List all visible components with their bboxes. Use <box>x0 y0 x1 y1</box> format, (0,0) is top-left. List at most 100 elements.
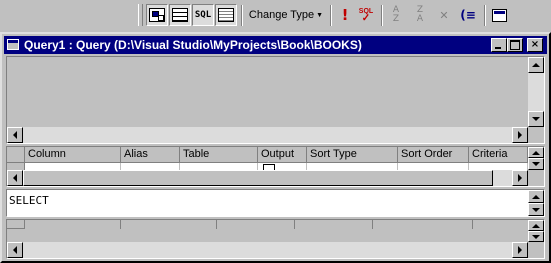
scroll-up-button[interactable] <box>528 57 544 73</box>
toolbar-separator <box>484 5 486 26</box>
diagram-horizontal-scrollbar[interactable] <box>7 127 528 143</box>
arrow-right-icon <box>518 174 522 182</box>
show-sql-pane-button[interactable]: SQL <box>192 4 214 26</box>
maximize-button[interactable] <box>507 38 523 52</box>
grid-pane[interactable]: Column Alias Table Output Sort Type Sort… <box>6 146 545 187</box>
diagram-pane-icon <box>149 8 165 22</box>
query-toolbar: SQL Change Type ▼ ! SQL ✓ A Z Z A ✕ (≡ <box>0 0 551 31</box>
arrow-right-icon <box>518 131 522 139</box>
toolbar-separator <box>330 5 332 26</box>
sort-ascending-button[interactable]: A Z <box>386 4 406 26</box>
arrow-down-icon <box>532 207 540 212</box>
column-header-column[interactable]: Column <box>25 147 121 163</box>
group-by-button[interactable]: (≡ <box>456 4 480 26</box>
window-title: Query1 : Query (D:\Visual Studio\MyProje… <box>24 38 362 52</box>
sort-descending-button[interactable]: Z A <box>410 4 430 26</box>
sql-pane-icon: SQL <box>194 10 212 20</box>
column-header-output[interactable]: Output <box>258 147 307 163</box>
sort-descending-icon: Z A <box>416 5 424 24</box>
results-column-header[interactable] <box>295 220 373 229</box>
add-table-icon <box>491 8 507 22</box>
scroll-left-button[interactable] <box>7 242 23 258</box>
scroll-down-button[interactable] <box>528 203 544 216</box>
diagram-vertical-scrollbar[interactable] <box>528 57 544 127</box>
scroll-left-button[interactable] <box>7 127 23 143</box>
scroll-down-button[interactable] <box>528 231 544 242</box>
show-diagram-pane-button[interactable] <box>146 4 168 26</box>
scroll-thumb[interactable] <box>23 170 493 186</box>
remove-filter-button[interactable]: ✕ <box>434 4 454 26</box>
scrollbar-corner <box>528 242 544 258</box>
verify-sql-icon: SQL ✓ <box>359 8 373 24</box>
scrollbar-corner <box>528 170 544 186</box>
group-by-icon: (≡ <box>460 8 476 22</box>
sort-ascending-icon: A Z <box>392 5 400 24</box>
arrow-up-icon <box>532 150 540 155</box>
arrow-left-icon <box>13 174 17 182</box>
grid-horizontal-scrollbar[interactable] <box>7 170 528 186</box>
arrow-right-icon <box>518 246 522 254</box>
column-header-table[interactable]: Table <box>180 147 258 163</box>
scroll-right-button[interactable] <box>512 170 528 186</box>
results-column-header[interactable] <box>121 220 217 229</box>
exclamation-icon: ! <box>341 6 349 24</box>
arrow-down-icon <box>532 117 540 121</box>
results-pane-icon <box>218 8 234 22</box>
arrow-up-icon <box>532 63 540 67</box>
results-column-header[interactable] <box>217 220 295 229</box>
run-button[interactable]: ! <box>336 4 354 26</box>
scroll-right-button[interactable] <box>512 242 528 258</box>
results-column-header[interactable] <box>373 220 473 229</box>
check-icon: ✓ <box>361 13 371 24</box>
arrow-down-icon <box>532 234 540 239</box>
grid-vertical-scrollbar[interactable] <box>528 147 544 170</box>
show-results-pane-button[interactable] <box>215 4 237 26</box>
remove-filter-icon: ✕ <box>439 8 449 22</box>
arrow-left-icon <box>13 246 17 254</box>
query-window: Query1 : Query (D:\Visual Studio\MyProje… <box>0 32 551 263</box>
diagram-pane[interactable] <box>6 56 545 144</box>
column-header-sort-order[interactable]: Sort Order <box>398 147 469 163</box>
query-window-icon[interactable] <box>7 39 19 50</box>
row-selector-header[interactable] <box>7 220 25 229</box>
arrow-up-icon <box>532 223 540 228</box>
results-pane[interactable] <box>6 219 545 259</box>
sql-editor-text[interactable]: SELECT <box>9 194 49 207</box>
arrow-left-icon <box>13 131 17 139</box>
scroll-right-button[interactable] <box>512 127 528 143</box>
column-header-sort-type[interactable]: Sort Type <box>307 147 398 163</box>
row-selector-header[interactable] <box>7 147 25 163</box>
title-bar[interactable]: Query1 : Query (D:\Visual Studio\MyProje… <box>4 36 547 54</box>
column-header-criteria[interactable]: Criteria <box>469 147 528 163</box>
change-type-label: Change Type <box>248 9 315 21</box>
close-icon: × <box>530 39 540 50</box>
change-type-dropdown[interactable]: Change Type ▼ <box>246 4 326 26</box>
grid-pane-icon <box>172 8 188 22</box>
results-horizontal-scrollbar[interactable] <box>7 242 528 258</box>
scroll-up-button[interactable] <box>528 220 544 231</box>
grid-header: Column Alias Table Output Sort Type Sort… <box>7 147 528 163</box>
sql-vertical-scrollbar[interactable] <box>528 190 544 216</box>
scrollbar-corner <box>528 127 544 143</box>
minimize-button[interactable] <box>491 38 507 52</box>
scroll-up-button[interactable] <box>528 190 544 203</box>
scroll-up-button[interactable] <box>528 147 544 158</box>
results-column-header[interactable] <box>25 220 121 229</box>
add-table-button[interactable] <box>488 4 510 26</box>
verify-sql-button[interactable]: SQL ✓ <box>356 4 376 26</box>
show-grid-pane-button[interactable] <box>169 4 191 26</box>
sql-pane[interactable]: SELECT <box>6 189 545 217</box>
scroll-left-button[interactable] <box>7 170 23 186</box>
toolbar-separator <box>241 5 243 26</box>
column-header-alias[interactable]: Alias <box>121 147 180 163</box>
results-header <box>7 220 473 229</box>
toolbar-grip[interactable] <box>138 4 143 26</box>
chevron-down-icon: ▼ <box>316 11 324 19</box>
scroll-down-button[interactable] <box>528 111 544 127</box>
arrow-up-icon <box>532 194 540 199</box>
results-vertical-scrollbar[interactable] <box>528 220 544 242</box>
toolbar-separator <box>381 5 383 26</box>
arrow-down-icon <box>532 162 540 166</box>
scroll-down-button[interactable] <box>528 158 544 170</box>
close-button[interactable]: × <box>527 38 543 52</box>
